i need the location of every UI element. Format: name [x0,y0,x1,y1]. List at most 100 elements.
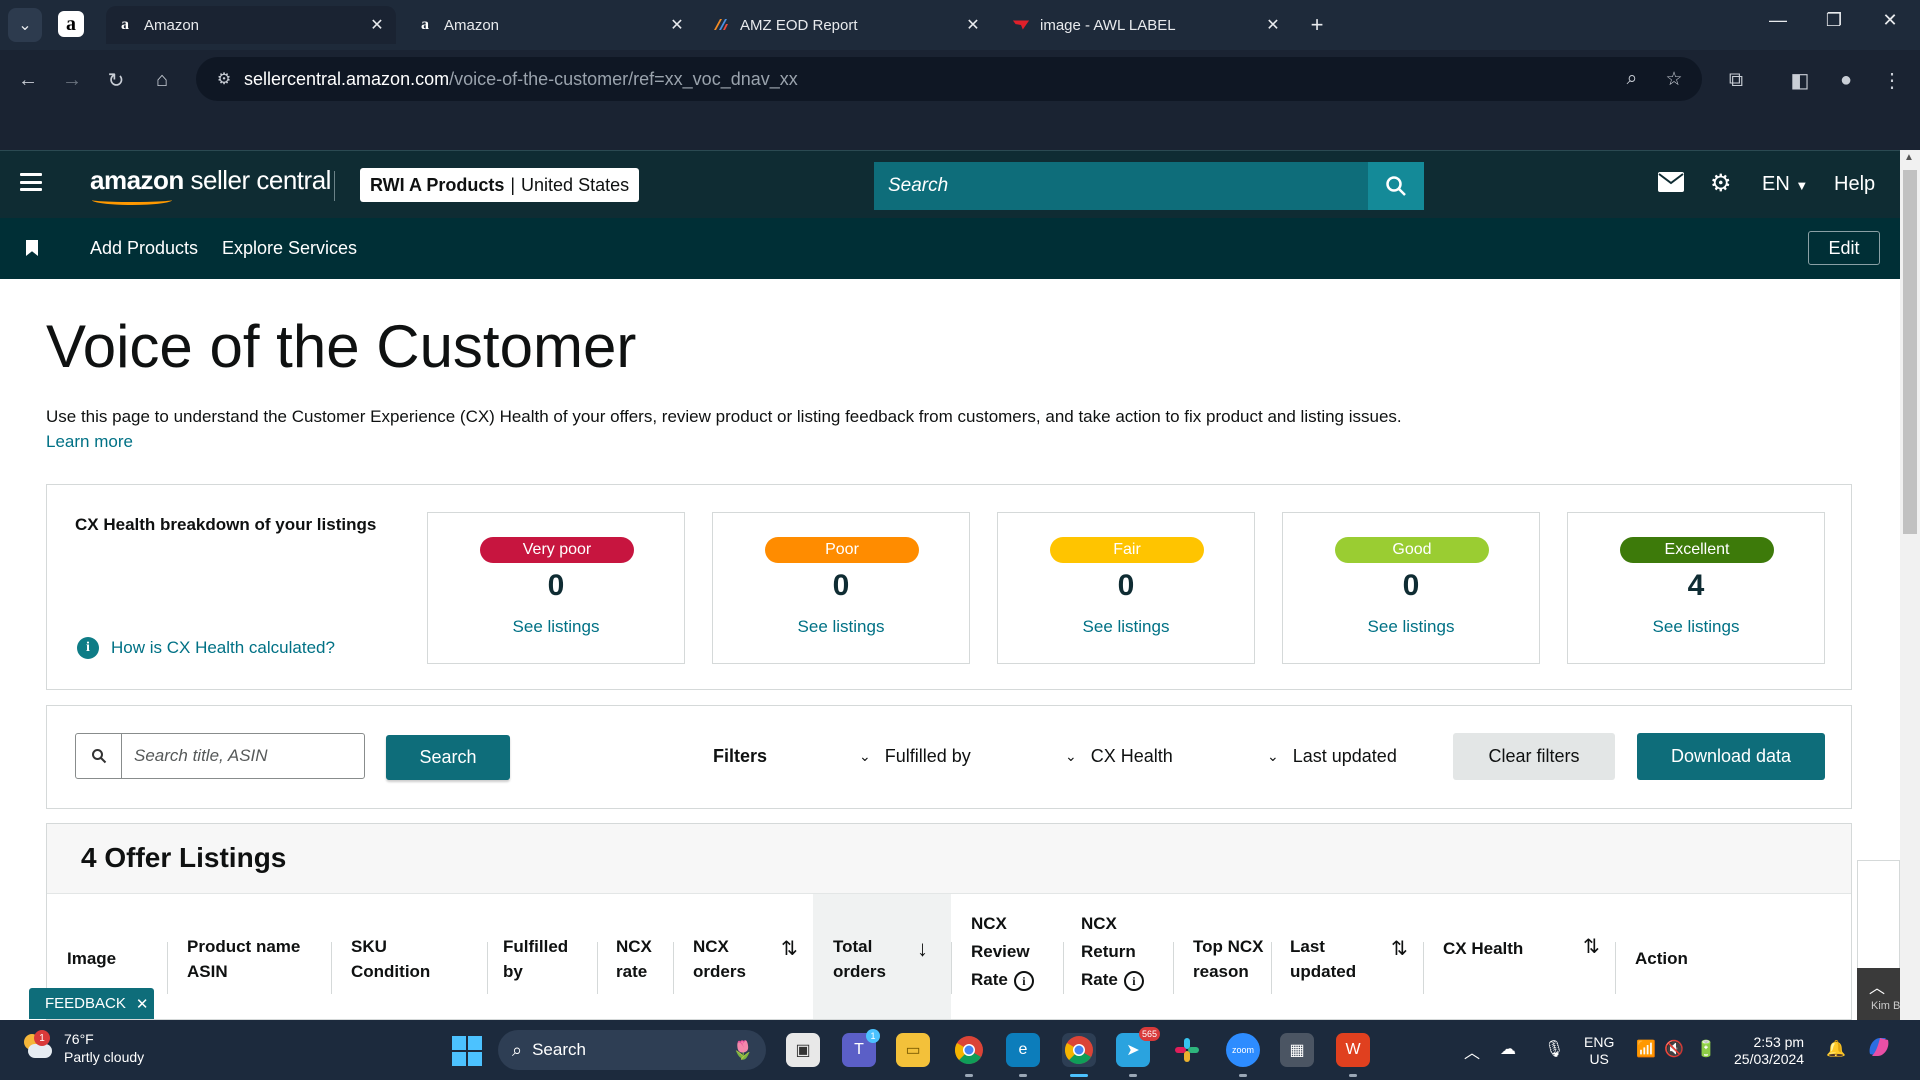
side-panel-icon[interactable]: ◧ [1784,64,1816,96]
windows-start-icon[interactable] [452,1036,482,1066]
address-bar[interactable]: ⚙ sellercentral.amazon.com/voice-of-the-… [196,57,1702,101]
see-listings-very-poor[interactable]: See listings [428,617,684,637]
scroll-up-arrow-icon[interactable]: ▲ [1904,152,1914,163]
col-product-name[interactable]: Product name ASIN [187,934,300,984]
see-listings-fair[interactable]: See listings [998,617,1254,637]
tab-close-icon[interactable]: ✕ [668,15,686,35]
bookmark-icon[interactable] [26,240,38,256]
forward-arrow-icon[interactable]: → [56,64,88,96]
wps-office-icon[interactable]: W [1336,1033,1370,1067]
page-scrollbar[interactable]: ▲ [1900,150,1920,1020]
tab-close-icon[interactable]: ✕ [1264,15,1282,35]
taskbar-search[interactable]: ⌕ Search 🌷 [498,1030,766,1070]
file-explorer-icon[interactable]: ▭ [896,1033,930,1067]
filter-last-updated[interactable]: ⌄ Last updated [1267,746,1397,767]
volume-muted-icon[interactable]: 🔇 [1664,1039,1684,1059]
sort-arrows-icon[interactable]: ⇅ [1583,934,1600,959]
tab-search-chevron-icon[interactable]: ⌄ [8,8,42,42]
col-fulfilled-by[interactable]: Fulfilled by [503,934,568,984]
chat-widget-footer[interactable]: ︿ Kim B [1857,968,1900,1020]
bookmark-star-icon[interactable]: ☆ [1658,63,1690,95]
zoom-icon[interactable]: zoom [1226,1033,1260,1067]
copilot-icon[interactable] [1866,1034,1892,1065]
col-top-ncx-reason[interactable]: Top NCX reason [1193,934,1264,984]
listing-search-button[interactable]: Search [386,735,510,780]
feedback-close-icon[interactable]: ✕ [136,995,149,1013]
learn-more-link[interactable]: Learn more [46,432,133,452]
clear-filters-button[interactable]: Clear filters [1453,733,1615,780]
info-icon[interactable]: i [1013,970,1034,991]
chrome-icon[interactable] [952,1033,986,1067]
wifi-icon[interactable]: 📶 [1636,1039,1656,1059]
calculator-icon[interactable]: ▦ [1280,1033,1314,1067]
sort-descending-arrow-icon[interactable]: ↓ [917,936,928,962]
microphone-icon[interactable]: 🎙 [1544,1039,1564,1059]
scroll-thumb[interactable] [1903,170,1917,534]
task-view-icon[interactable]: ▣ [786,1033,820,1067]
battery-icon[interactable]: 🔋 [1696,1039,1716,1059]
settings-gear-icon[interactable]: ⚙ [1710,169,1732,198]
chrome-profile-icon[interactable] [1062,1033,1096,1067]
nav-add-products[interactable]: Add Products [90,238,198,259]
extensions-icon[interactable]: ⧉ [1720,64,1752,96]
tab-close-icon[interactable]: ✕ [964,15,982,35]
system-clock[interactable]: 2:53 pm 25/03/2024 [1734,1034,1804,1068]
info-icon[interactable]: i [1123,970,1144,991]
col-sku[interactable]: SKU Condition [351,934,430,984]
home-icon[interactable]: ⌂ [146,64,178,96]
seller-central-logo[interactable]: amazon seller central [90,165,331,205]
tab-amazon[interactable]: a Amazon ✕ [406,6,696,44]
language-selector[interactable]: EN ▼ [1762,173,1808,196]
onedrive-cloud-icon[interactable]: ☁ [1500,1039,1516,1059]
minimize-icon[interactable]: — [1758,10,1798,31]
filter-cx-health[interactable]: ⌄ CX Health [1065,746,1173,767]
notification-bell-icon[interactable]: 🔔 [1826,1039,1846,1059]
header-search-input[interactable] [874,162,1368,210]
chevron-up-icon[interactable]: ︿ [1869,974,1885,998]
sort-arrows-icon[interactable]: ⇅ [781,936,798,961]
help-link[interactable]: Help [1834,173,1875,196]
tray-chevron-up-icon[interactable]: ︿ [1464,1039,1480,1063]
weather-widget[interactable]: 1 76°F Partly cloudy [22,1030,144,1066]
new-tab-plus-icon[interactable]: + [1304,12,1330,38]
profile-icon[interactable]: ● [1830,64,1862,96]
reload-icon[interactable]: ↻ [100,64,132,96]
nav-explore-services[interactable]: Explore Services [222,238,357,259]
pinned-amazon-tab[interactable]: a [58,11,84,37]
see-listings-excellent[interactable]: See listings [1568,617,1824,637]
store-switcher[interactable]: RWI A Products | United States [360,168,640,202]
filter-fulfilled-by[interactable]: ⌄ Fulfilled by [859,746,971,767]
back-arrow-icon[interactable]: ← [12,64,44,96]
tab-amazon-active[interactable]: a Amazon ✕ [106,6,396,44]
col-ncx-rate[interactable]: NCX rate [616,934,652,984]
slack-icon[interactable] [1170,1033,1204,1067]
cx-health-how-link[interactable]: i How is CX Health calculated? [77,637,335,659]
listing-search-input[interactable] [122,734,364,778]
edge-icon[interactable]: e [1006,1033,1040,1067]
feedback-tab[interactable]: FEEDBACK ✕ [29,988,154,1019]
col-ncx-orders[interactable]: NCX orders [693,934,746,984]
col-ncx-return-rate[interactable]: NCX Return Rate i [1081,910,1144,994]
edit-bookmarks-button[interactable]: Edit [1808,231,1880,265]
telegram-icon[interactable]: ➤ 565 [1116,1027,1160,1067]
input-language[interactable]: ENG US [1584,1034,1614,1068]
col-ncx-review-rate[interactable]: NCX Review Rate i [971,910,1034,994]
sort-arrows-icon[interactable]: ⇅ [1391,936,1408,961]
tab-amz-eod-report[interactable]: AMZ EOD Report ✕ [702,6,992,44]
window-close-icon[interactable]: ✕ [1870,10,1910,31]
tab-awl-label[interactable]: image - AWL LABEL ✕ [1002,6,1292,44]
download-data-button[interactable]: Download data [1637,733,1825,780]
teams-icon[interactable]: T1 [842,1029,880,1067]
see-listings-good[interactable]: See listings [1283,617,1539,637]
col-cx-health[interactable]: CX Health [1443,936,1523,961]
chrome-menu-icon[interactable]: ⋮ [1876,64,1908,96]
zoom-icon[interactable]: ⌕ [1616,63,1648,95]
messages-mail-icon[interactable] [1658,171,1684,199]
hamburger-menu-icon[interactable] [20,173,42,191]
site-settings-icon[interactable]: ⚙ [204,69,244,89]
col-last-updated[interactable]: Last updated [1290,934,1356,984]
restore-icon[interactable]: ❐ [1814,10,1854,31]
col-total-orders[interactable]: Total orders [833,934,886,984]
see-listings-poor[interactable]: See listings [713,617,969,637]
header-search-button[interactable] [1368,162,1424,210]
